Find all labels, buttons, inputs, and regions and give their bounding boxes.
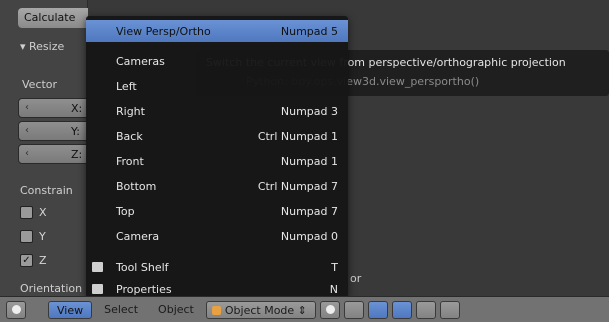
menu-object[interactable]: Object (150, 301, 202, 319)
checkbox-checked[interactable]: ✓ (20, 254, 33, 267)
menu-item-camera[interactable]: Camera Numpad 0 (86, 225, 348, 247)
menu-item-bottom[interactable]: Bottom Ctrl Numpad 7 (86, 175, 348, 197)
constraint-z-row[interactable]: ✓ Z (20, 254, 47, 267)
checkbox[interactable] (20, 230, 33, 243)
checkbox[interactable] (20, 206, 33, 219)
menu-item-top[interactable]: Top Numpad 7 (86, 200, 348, 222)
menu-select[interactable]: Select (96, 301, 146, 319)
menu-item-shortcut: Numpad 0 (280, 229, 338, 243)
translate-manipulator[interactable] (391, 300, 412, 319)
menu-item-label: View Persp/Ortho (116, 24, 211, 38)
view-menu: View Persp/Ortho Numpad 5 Cameras Left R… (86, 16, 348, 298)
vector-y-field[interactable]: ‹ Y: (18, 121, 88, 141)
mode-select[interactable]: Object Mode ⇕ (205, 300, 316, 319)
checkbox-label: X (39, 206, 47, 219)
menu-item-shortcut: Numpad 5 (280, 24, 338, 38)
viewport-shading-button[interactable] (319, 300, 340, 319)
menu-item-left[interactable]: Left (86, 75, 348, 97)
vector-z-field[interactable]: ‹ Z: (18, 144, 88, 164)
viewport-partial-text: or (350, 272, 362, 285)
menu-item-shortcut: N (329, 282, 338, 296)
orientation-label: Orientation (20, 282, 83, 295)
vector-x-field[interactable]: ‹ X: (18, 98, 88, 118)
menu-item-shortcut: T (331, 260, 338, 274)
3d-view-header: View Select Object Object Mode ⇕ (0, 296, 609, 322)
menu-item-label: Left (116, 79, 137, 93)
vector-axis-label: Z: (71, 148, 83, 161)
menu-item-label: Back (116, 129, 143, 143)
constraint-y-row[interactable]: Y (20, 230, 46, 243)
decrement-arrow-icon[interactable]: ‹ (25, 125, 29, 136)
menu-item-shortcut: Ctrl Numpad 7 (257, 179, 338, 193)
vector-axis-label: X: (71, 102, 83, 115)
menu-item-label: Front (116, 154, 144, 168)
menu-item-label: Properties (116, 282, 172, 296)
menu-item-label: Top (116, 204, 135, 218)
menu-item-label: Cameras (116, 54, 165, 68)
chevron-updown-icon: ⇕ (297, 303, 307, 317)
menu-item-view-persp-ortho[interactable]: View Persp/Ortho Numpad 5 (86, 20, 348, 42)
menu-item-back[interactable]: Back Ctrl Numpad 1 (86, 125, 348, 147)
menu-item-label: Right (116, 104, 145, 118)
manipulator-toggle[interactable] (367, 300, 388, 319)
rotate-manipulator[interactable] (415, 300, 436, 319)
sphere-icon (325, 304, 335, 314)
scale-manipulator[interactable] (439, 300, 460, 319)
menu-item-front[interactable]: Front Numpad 1 (86, 150, 348, 172)
menu-item-cameras[interactable]: Cameras (86, 50, 348, 72)
checkbox-label: Y (39, 230, 46, 243)
constraint-label: Constrain (20, 184, 73, 197)
menu-item-shortcut: Numpad 7 (280, 204, 338, 218)
resize-panel-header[interactable]: ▾ Resize (20, 40, 64, 53)
operator-button[interactable]: Calculate (18, 8, 88, 28)
menu-item-shortcut: Numpad 3 (280, 104, 338, 118)
menu-view[interactable]: View (48, 300, 93, 319)
vector-axis-label: Y: (71, 125, 80, 138)
panel-icon (92, 284, 103, 294)
panel-icon (92, 262, 103, 272)
decrement-arrow-icon[interactable]: ‹ (25, 148, 29, 159)
editor-type-button[interactable] (6, 300, 26, 319)
decrement-arrow-icon[interactable]: ‹ (25, 102, 29, 113)
tool-panel: Calculate ▾ Resize Vector ‹ X: ‹ Y: ‹ Z:… (0, 0, 88, 296)
cube-icon (12, 304, 21, 314)
mode-select-label: Object Mode (224, 303, 295, 317)
checkbox-label: Z (39, 254, 47, 267)
menu-item-label: Tool Shelf (116, 260, 169, 274)
vector-label: Vector (22, 78, 58, 91)
menu-item-right[interactable]: Right Numpad 3 (86, 100, 348, 122)
menu-item-shortcut: Numpad 1 (280, 154, 338, 168)
menu-item-label: Bottom (116, 179, 157, 193)
constraint-x-row[interactable]: X (20, 206, 47, 219)
pivot-point-button[interactable] (343, 300, 364, 319)
menu-item-shortcut: Ctrl Numpad 1 (257, 129, 338, 143)
object-mode-icon (211, 305, 221, 315)
menu-item-label: Camera (116, 229, 160, 243)
menu-item-tool-shelf[interactable]: Tool Shelf T (86, 256, 348, 278)
